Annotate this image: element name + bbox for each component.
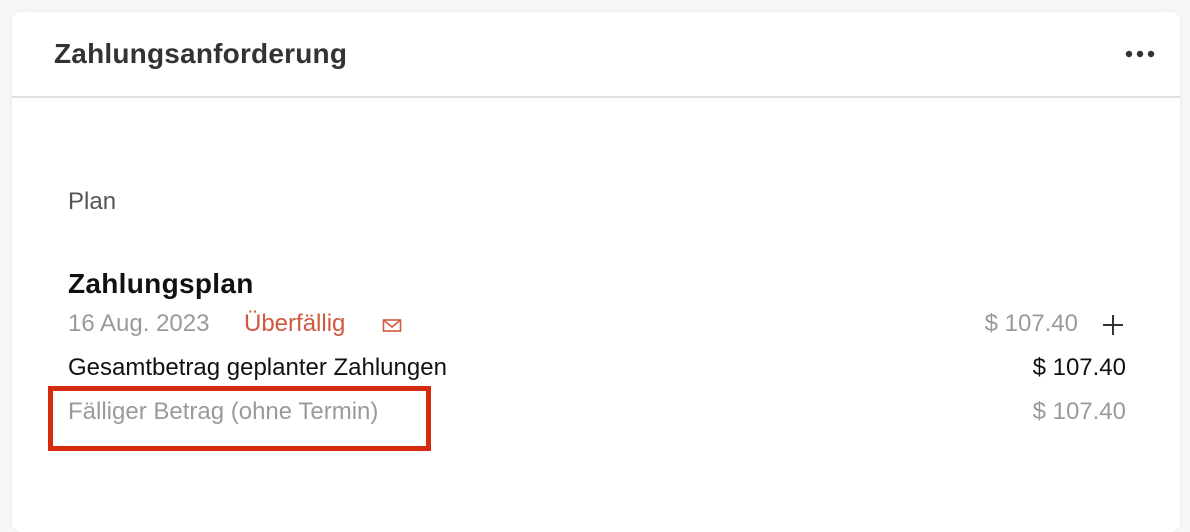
mail-icon[interactable] <box>382 318 402 334</box>
highlight-box <box>48 386 431 451</box>
amount-due-value: $ 107.40 <box>1032 398 1126 425</box>
total-scheduled-row: Gesamtbetrag geplanter Zahlungen $ 107.4… <box>68 354 1126 390</box>
installment-amount: $ 107.40 <box>984 310 1078 337</box>
installment-date: 16 Aug. 2023 <box>68 310 210 337</box>
card-title: Zahlungsanforderung <box>54 38 348 69</box>
total-scheduled-amount: $ 107.40 <box>1032 354 1126 381</box>
card-header: Zahlungsanforderung <box>12 12 1180 98</box>
more-horizontal-icon <box>1125 50 1155 58</box>
total-scheduled-label: Gesamtbetrag geplanter Zahlungen <box>68 354 447 381</box>
payment-request-card: Zahlungsanforderung Plan Zahlungsplan 16… <box>12 12 1180 532</box>
more-options-button[interactable] <box>1120 38 1160 70</box>
overdue-status-badge: Überfällig <box>244 310 346 337</box>
plus-icon[interactable] <box>1100 312 1126 338</box>
installment-row: 16 Aug. 2023 Überfällig $ 107.40 <box>68 310 1126 346</box>
payment-plan-title: Zahlungsplan <box>68 268 254 299</box>
section-label: Plan <box>68 188 117 215</box>
